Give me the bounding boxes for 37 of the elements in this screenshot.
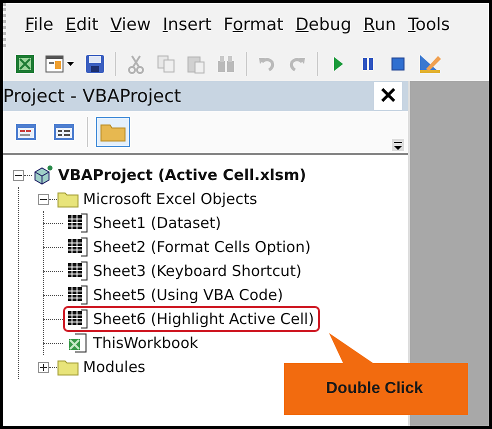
panel-title: Project - VBAProject xyxy=(3,86,182,106)
tree-item[interactable]: Sheet3 (Keyboard Shortcut) xyxy=(63,258,308,284)
project-icon xyxy=(32,164,54,186)
folder-icon xyxy=(57,358,79,376)
menu-item[interactable]: Debug xyxy=(290,15,356,35)
sheet-icon xyxy=(67,285,89,305)
menu-item[interactable]: Tools xyxy=(403,15,455,35)
menu-item[interactable]: Insert xyxy=(158,15,217,35)
menu-item[interactable]: View xyxy=(105,15,156,35)
highlighted-tree-item[interactable]: Sheet6 (Highlight Active Cell) xyxy=(63,306,320,332)
sheet-icon xyxy=(67,237,89,257)
collapse-toggle[interactable] xyxy=(13,170,24,180)
callout-pointer xyxy=(329,333,373,363)
workbook-icon xyxy=(67,333,89,353)
sheet-icon xyxy=(67,309,89,329)
menu-item[interactable]: File xyxy=(20,15,58,35)
sheet-icon xyxy=(67,261,89,281)
tree-item[interactable]: Sheet2 (Format Cells Option) xyxy=(63,234,317,260)
tree-item[interactable]: VBAProject (Active Cell.xlsm) xyxy=(58,166,306,184)
tree-item[interactable]: Microsoft Excel Objects xyxy=(83,190,258,208)
menu-item[interactable]: Edit xyxy=(60,15,104,35)
form-icon[interactable] xyxy=(45,54,75,74)
toggle-folders-button[interactable] xyxy=(96,117,130,147)
close-button[interactable]: ✕ xyxy=(374,82,402,110)
tree-item[interactable]: Modules xyxy=(83,358,146,376)
tree-item[interactable]: ThisWorkbook xyxy=(63,330,204,356)
menu-item[interactable]: Format xyxy=(218,15,288,35)
tree-item[interactable]: Sheet1 (Dataset) xyxy=(63,210,228,236)
save-icon[interactable] xyxy=(85,54,105,74)
tree-item[interactable]: Sheet5 (Using VBA Code) xyxy=(63,282,290,308)
sheet-icon xyxy=(67,213,89,233)
expand-toggle[interactable] xyxy=(38,362,49,372)
menu-item[interactable]: Run xyxy=(358,15,401,35)
excel-icon[interactable] xyxy=(15,54,35,74)
folder-icon xyxy=(57,190,79,208)
expand-toggle[interactable] xyxy=(38,194,49,204)
ruler-pencil-icon[interactable] xyxy=(418,53,442,75)
